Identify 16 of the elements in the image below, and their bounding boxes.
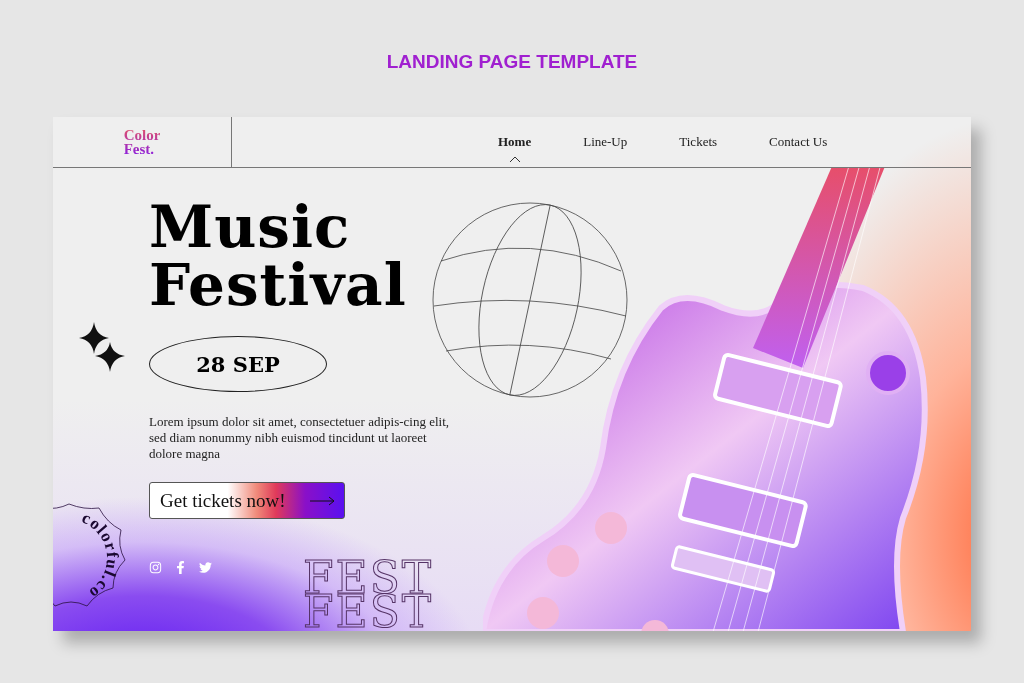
page-title: LANDING PAGE TEMPLATE [386,51,638,73]
logo[interactable]: Color Fest. [123,128,161,156]
hero-description: Lorem ipsum dolor sit amet, consectetuer adipis-cing elit, sed diam nonummy nibh euismod tincidunt ut laoreet dolore magna [149,414,449,462]
nav-link[interactable]: Tickets [653,130,744,154]
nav-link[interactable]: Contact Us [743,130,854,154]
hero-title: Music Festival [149,198,407,314]
instagram-icon[interactable] [149,561,162,574]
outline-word: FEST [303,595,434,629]
facebook-icon[interactable] [174,561,187,574]
get-tickets-button[interactable]: Get tickets now! [149,482,345,519]
twitter-icon[interactable] [199,561,212,574]
nav-link[interactable]: Line-Up [557,130,654,154]
nav-link[interactable]: Home [472,130,558,154]
arrow-icon [310,495,336,506]
outline-word: FEST [303,561,434,595]
caret-icon [508,156,521,162]
